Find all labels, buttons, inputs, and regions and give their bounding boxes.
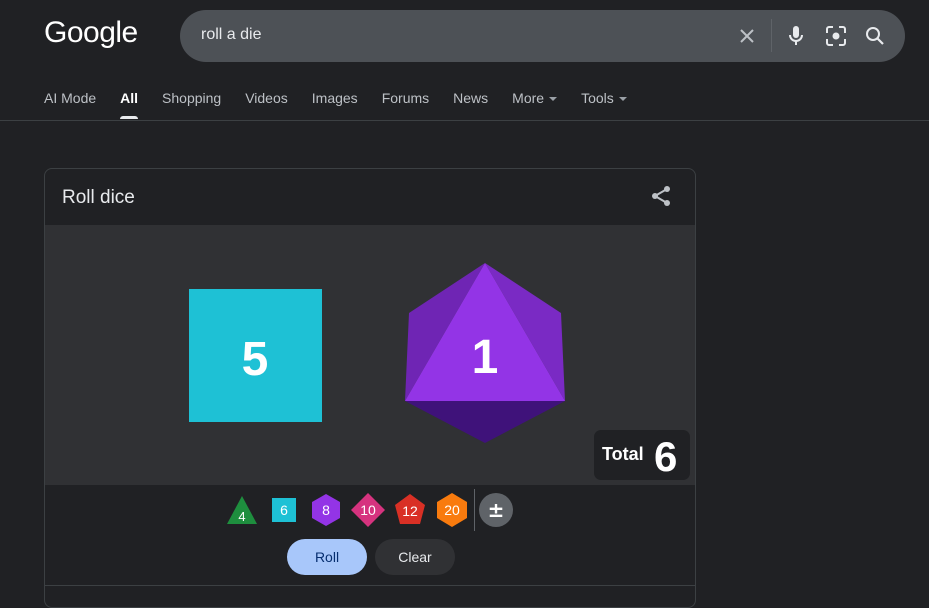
picker-divider: [474, 489, 475, 531]
add-d4-button[interactable]: 4: [225, 493, 259, 527]
tab-more[interactable]: More: [512, 90, 558, 120]
svg-text:10: 10: [360, 502, 376, 518]
chevron-down-icon: [618, 97, 627, 101]
search-icon[interactable]: [863, 24, 887, 48]
svg-text:6: 6: [280, 502, 288, 518]
tab-shopping[interactable]: Shopping: [162, 90, 221, 120]
die-d6: 5: [189, 289, 322, 422]
tab-tools[interactable]: Tools: [581, 90, 627, 120]
svg-text:8: 8: [322, 502, 330, 518]
card-bottom-divider: [45, 585, 695, 586]
add-d6-button[interactable]: 6: [267, 493, 301, 527]
tabs-divider: [0, 120, 929, 121]
total-value: 6: [654, 433, 678, 480]
add-d12-button[interactable]: 12: [393, 493, 427, 527]
dice-picker: 4 6 8 10 12 20 ± Roll Clear: [45, 485, 695, 585]
svg-text:4: 4: [238, 509, 245, 524]
add-d10-button[interactable]: 10: [351, 493, 385, 527]
google-logo[interactable]: Google: [44, 16, 138, 50]
dice-roller-card: Roll dice 5 1 Total 6 4 6 8 10 12 20 ± R…: [44, 168, 696, 608]
roll-button[interactable]: Roll: [287, 539, 367, 575]
card-title: Roll dice: [62, 187, 135, 208]
mic-icon[interactable]: [784, 24, 808, 48]
tab-images[interactable]: Images: [312, 90, 358, 120]
lens-icon[interactable]: [824, 24, 848, 48]
dice-stage: 5 1 Total 6: [45, 225, 695, 485]
tab-ai-mode[interactable]: AI Mode: [44, 90, 96, 120]
tab-forums[interactable]: Forums: [382, 90, 429, 120]
tab-news[interactable]: News: [453, 90, 488, 120]
clear-icon[interactable]: [735, 24, 759, 48]
modifier-button[interactable]: ±: [479, 493, 513, 527]
total-label: Total: [602, 444, 644, 464]
search-divider: [771, 19, 772, 52]
tab-videos[interactable]: Videos: [245, 90, 288, 120]
tab-all[interactable]: All: [120, 90, 138, 120]
svg-text:±: ±: [488, 498, 505, 522]
die-d8: 1: [405, 263, 565, 443]
svg-text:20: 20: [444, 502, 460, 518]
die-d8-value: 1: [472, 331, 499, 384]
share-icon[interactable]: [649, 184, 673, 208]
search-tabs: AI Mode All Shopping Videos Images Forum…: [44, 90, 651, 120]
die-d6-value: 5: [242, 333, 269, 386]
svg-text:12: 12: [402, 503, 418, 519]
chevron-down-icon: [549, 97, 558, 101]
add-d8-button[interactable]: 8: [309, 493, 343, 527]
search-input[interactable]: roll a die: [201, 26, 261, 44]
total-box: Total 6: [594, 430, 690, 480]
add-d20-button[interactable]: 20: [435, 493, 469, 527]
search-bar[interactable]: roll a die: [180, 10, 905, 62]
clear-button[interactable]: Clear: [375, 539, 455, 575]
